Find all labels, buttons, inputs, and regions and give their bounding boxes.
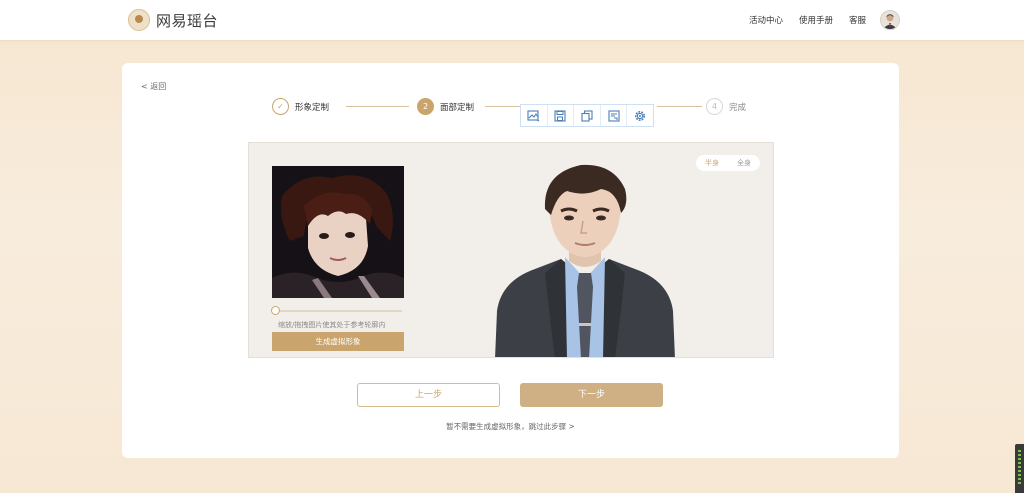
toggle-half-body[interactable]: 半身 <box>696 158 728 168</box>
main-card: < 返回 ✓ 形象定制 2 面部定制 4 完成 缩放/拖拽图片使其处于参考轮廓内… <box>122 63 899 458</box>
avatar-3d-preview <box>495 161 675 357</box>
generate-avatar-button[interactable]: 生成虚拟形象 <box>272 332 404 351</box>
nav-customer-service[interactable]: 客服 <box>849 14 866 26</box>
step-label: 面部定制 <box>440 102 475 113</box>
next-step-button[interactable]: 下一步 <box>520 383 663 407</box>
step-done-check-icon: ✓ <box>272 98 289 115</box>
step-face-customize: 2 面部定制 <box>417 98 474 115</box>
slider-handle[interactable] <box>271 306 280 315</box>
brand-name: 网易瑶台 <box>156 11 219 30</box>
photo-zoom-slider[interactable] <box>271 306 402 315</box>
toggle-full-body[interactable]: 全身 <box>728 158 760 168</box>
view-toggle: 半身 全身 <box>696 155 760 171</box>
skip-step-link[interactable]: 暂不需要生成虚拟形象，跳过此步骤 > <box>122 421 899 432</box>
photo-hint: 缩放/拖拽图片使其处于参考轮廓内 <box>278 321 386 329</box>
image-adjust-icon[interactable] <box>521 105 548 126</box>
top-nav: 活动中心 使用手册 客服 <box>733 0 900 40</box>
step-connector <box>485 106 520 107</box>
step-number: 4 <box>706 98 723 115</box>
settings-icon[interactable] <box>627 105 653 126</box>
floating-toolbar <box>520 104 654 127</box>
step-label: 形象定制 <box>295 102 330 113</box>
copy-icon[interactable] <box>574 105 601 126</box>
brand[interactable]: 网易瑶台 <box>128 9 218 31</box>
step-finish: 4 完成 <box>706 98 746 115</box>
brand-logo-icon <box>128 9 150 31</box>
user-avatar[interactable] <box>880 10 900 30</box>
step-image-customize: ✓ 形象定制 <box>272 98 329 115</box>
reference-photo[interactable] <box>272 166 404 298</box>
nav-user-manual[interactable]: 使用手册 <box>799 14 833 26</box>
side-scroll-widget[interactable] <box>1015 444 1024 493</box>
stepper: ✓ 形象定制 2 面部定制 4 完成 <box>272 98 752 120</box>
step-connector <box>657 106 702 107</box>
screenshot-icon[interactable] <box>601 105 628 126</box>
step-number: 2 <box>417 98 434 115</box>
top-bar: 网易瑶台 活动中心 使用手册 客服 <box>0 0 1024 40</box>
step-label: 完成 <box>729 102 747 113</box>
prev-step-button[interactable]: 上一步 <box>357 383 500 407</box>
save-icon[interactable] <box>548 105 575 126</box>
customize-stage: 缩放/拖拽图片使其处于参考轮廓内 生成虚拟形象 半身 全身 <box>248 142 774 358</box>
back-link[interactable]: < 返回 <box>141 81 166 92</box>
nav-activity-center[interactable]: 活动中心 <box>749 14 783 26</box>
step-connector <box>346 106 409 107</box>
